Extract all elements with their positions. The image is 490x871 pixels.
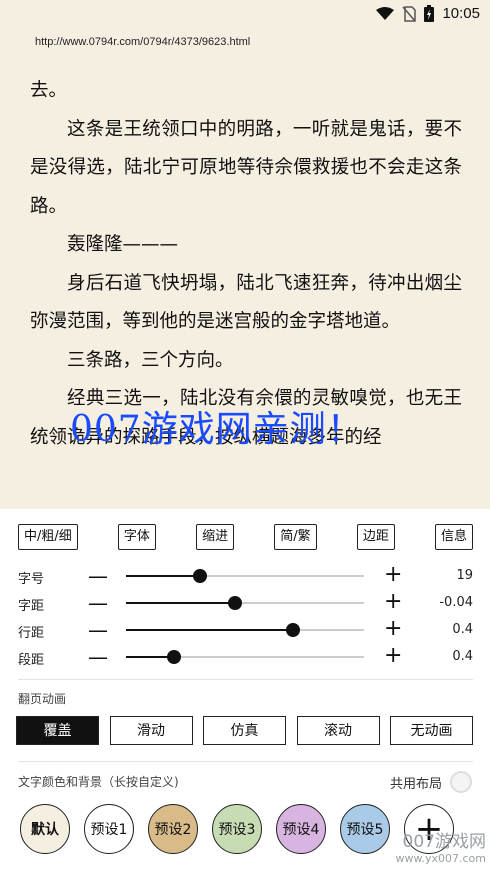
animation-option-2[interactable]: 滑动 [109, 716, 193, 745]
format-button-5[interactable]: 边距 [356, 524, 395, 550]
slider-track[interactable] [126, 596, 364, 610]
status-bar: 10:05 [0, 0, 490, 28]
animation-option-1[interactable]: 覆盖 [16, 716, 99, 745]
slider-thumb[interactable] [192, 569, 207, 583]
corner-watermark-url: www.yx007.com [395, 852, 486, 865]
corner-watermark-title: 007游戏网 [402, 832, 486, 852]
slider-track[interactable] [126, 569, 364, 583]
shared-layout-option[interactable]: 共用布局 [390, 771, 472, 793]
color-theme-default[interactable]: 默认 [20, 804, 70, 854]
slider-value: -0.04 [439, 595, 473, 610]
slider-label: 段距 [18, 653, 45, 668]
reading-settings-panel: 中/粗/细 字体 缩进 简/繁 边距 信息 字号 — +19 字距 — + -0.04 行距 — +0.4 段… [0, 509, 490, 871]
color-theme-title: 文字颜色和背景（长按自定义) [18, 775, 179, 789]
increase-button[interactable]: + [384, 616, 402, 642]
format-button-6[interactable]: 信息 [434, 524, 473, 550]
decrease-button[interactable]: — [88, 564, 108, 588]
shared-layout-toggle[interactable] [450, 771, 472, 793]
reading-paragraph: 身后石道飞快坍塌，陆北飞速狂奔，待冲出烟尘弥漫范围，等到他的是迷宫般的金字塔地道… [30, 272, 462, 333]
animation-option-3[interactable]: 仿真 [203, 716, 286, 745]
slider-fill [126, 629, 293, 631]
watermark-text: 007游戏网亲测！ [70, 409, 364, 450]
color-theme-preset-2[interactable]: 预设2 [148, 804, 198, 854]
reading-paragraph: 去。 [30, 80, 68, 101]
slider-track[interactable] [126, 650, 364, 664]
slider-fill [126, 575, 200, 577]
decrease-button[interactable]: — [88, 618, 108, 642]
slider-row: 字距 — + -0.04 [18, 589, 473, 617]
slider-row: 行距 — +0.4 [18, 616, 473, 644]
animation-option-4[interactable]: 滚动 [296, 716, 380, 745]
slider-thumb[interactable] [166, 650, 181, 664]
reading-paragraph: 轰隆隆——— [67, 234, 179, 255]
reading-paragraph: 三条路，三个方向。 [67, 349, 234, 371]
divider [18, 679, 473, 680]
format-button-2[interactable]: 字体 [117, 524, 156, 550]
shared-layout-label: 共用布局 [389, 776, 442, 792]
decrease-button[interactable]: — [88, 591, 108, 615]
slider-label: 行距 [18, 626, 45, 641]
increase-button[interactable]: + [384, 589, 402, 615]
wifi-icon [376, 6, 395, 20]
corner-watermark: 007游戏网 www.yx007.com [396, 827, 486, 865]
page-url: http://www.0794r.com/0794r/4373/9623.htm… [35, 36, 251, 48]
slider-fill [126, 602, 236, 604]
page-animation-options: 覆盖 滑动 仿真 滚动 无动画 [16, 716, 473, 745]
slider-thumb[interactable] [285, 623, 300, 637]
slider-value: 19 [456, 568, 473, 583]
increase-button[interactable]: + [384, 562, 402, 588]
slider-label: 字距 [18, 599, 45, 614]
color-theme-preset-3[interactable]: 预设3 [212, 804, 262, 854]
color-theme-preset-4[interactable]: 预设4 [276, 804, 326, 854]
format-button-row: 中/粗/细 字体 缩进 简/繁 边距 信息 [18, 524, 473, 550]
color-theme-preset-1[interactable]: 预设1 [84, 804, 134, 854]
slider-thumb[interactable] [228, 596, 243, 610]
slider-value: 0.4 [452, 622, 473, 637]
format-button-4[interactable]: 简/繁 [274, 524, 317, 550]
slider-row: 字号 — +19 [18, 562, 473, 590]
reading-paragraph: 这条是王统领口中的明路，一听就是鬼话，要不是没得选，陆北宁可原地等待佘儇救援也不… [30, 118, 462, 217]
slider-row: 段距 — +0.4 [18, 643, 473, 671]
format-button-3[interactable]: 缩进 [196, 524, 235, 550]
battery-icon [424, 5, 435, 22]
slider-label: 字号 [18, 572, 45, 587]
format-button-1[interactable]: 中/粗/细 [18, 524, 78, 550]
no-sim-icon [402, 5, 417, 22]
slider-track[interactable] [126, 623, 364, 637]
status-icons: 10:05 [376, 5, 480, 22]
slider-value: 0.4 [452, 649, 473, 664]
divider [18, 761, 473, 762]
increase-button[interactable]: + [384, 643, 402, 669]
page-animation-title: 翻页动画 [18, 692, 67, 706]
animation-option-5[interactable]: 无动画 [390, 716, 473, 745]
decrease-button[interactable]: — [88, 645, 108, 669]
color-theme-preset-5[interactable]: 预设5 [340, 804, 390, 854]
clock: 10:05 [442, 5, 480, 22]
